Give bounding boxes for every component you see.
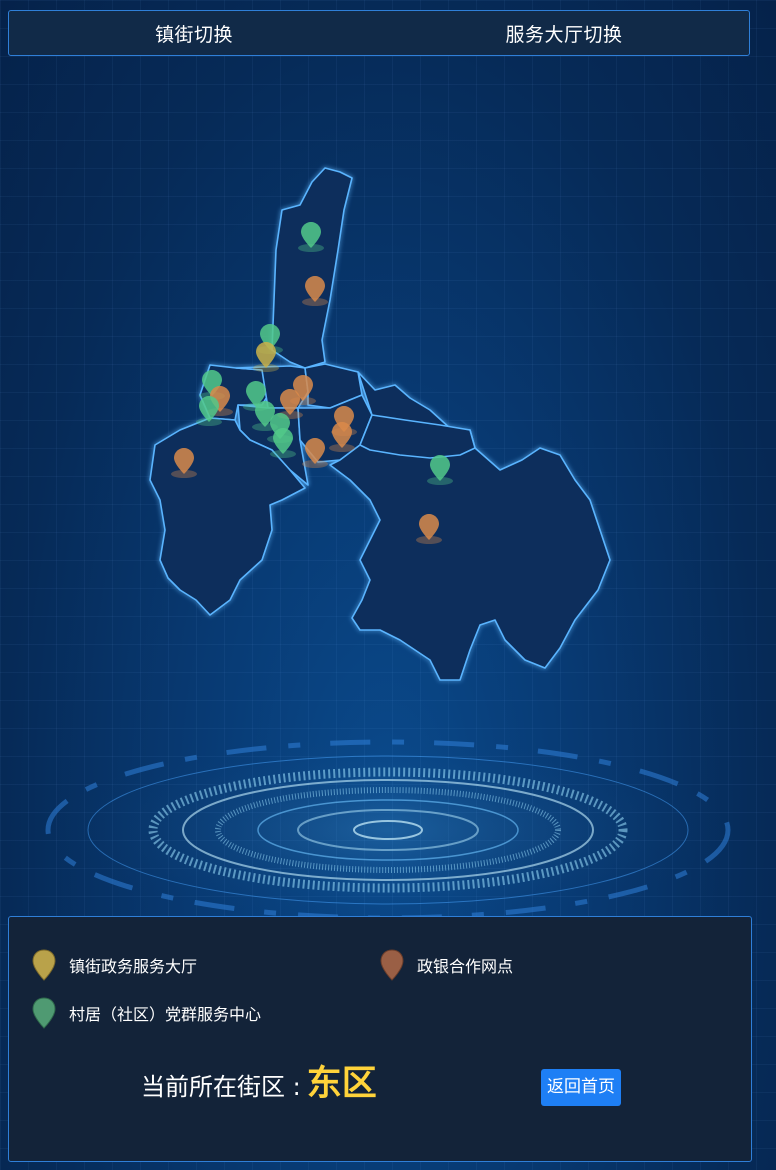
brown-map-pin-icon — [380, 949, 404, 981]
legend-label-hall: 镇街政务服务大厅 — [69, 957, 198, 976]
legend-label-bank: 政银合作网点 — [417, 957, 514, 976]
region-north — [271, 167, 353, 369]
current-district: 当前所在街区 : 东区 — [141, 1055, 377, 1106]
legend-label-center: 村居（社区）党群服务中心 — [69, 1005, 262, 1024]
current-district-label: 当前所在街区 : — [141, 1073, 301, 1101]
legend-item-hall: 镇街政务服务大厅 — [31, 949, 197, 981]
current-district-value: 东区 — [306, 1064, 377, 1104]
region-east-inner — [359, 414, 476, 459]
info-panel: 镇街政务服务大厅 政银合作网点 村居（社区）党群服务中心 当前所在街区 : 东区… — [8, 916, 752, 1162]
green-map-pin-icon — [32, 997, 56, 1029]
ring-platform — [43, 738, 733, 920]
district-map — [43, 167, 733, 920]
back-home-button[interactable]: 返回首页 — [541, 1069, 621, 1106]
yellow-map-pin-icon — [32, 949, 56, 981]
legend-item-center: 村居（社区）党群服务中心 — [31, 997, 261, 1029]
legend-item-bank: 政银合作网点 — [379, 949, 513, 981]
